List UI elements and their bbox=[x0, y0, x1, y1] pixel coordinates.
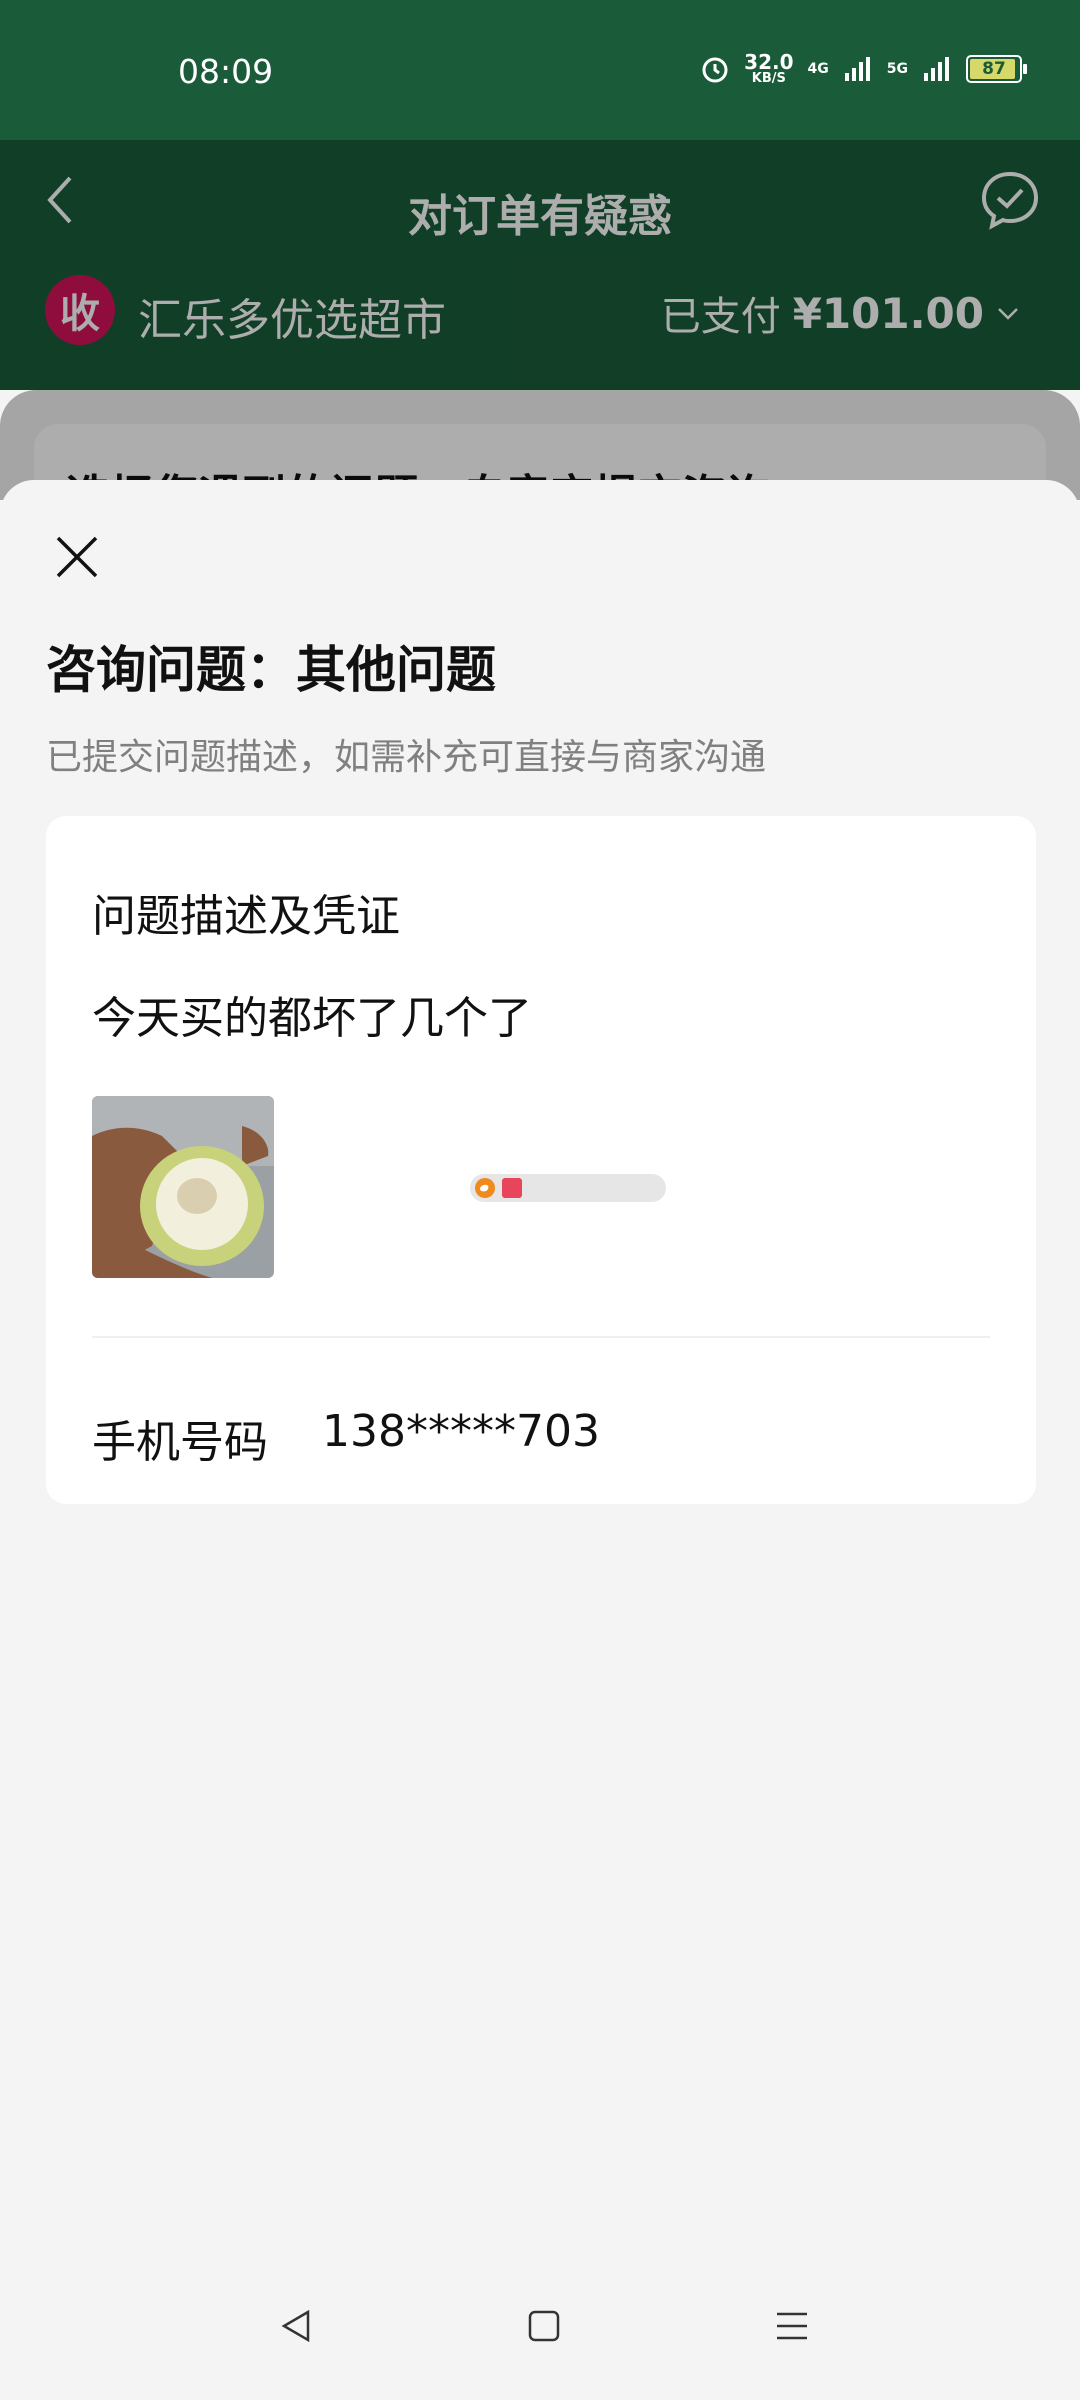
status-time: 08:09 bbox=[178, 52, 274, 91]
nav-menu-icon[interactable] bbox=[774, 2308, 810, 2344]
battery-icon: 87 bbox=[966, 54, 1027, 83]
issue-detail-card: 问题描述及凭证 今天买的都坏了几个了 手机号码 138*****703 bbox=[46, 816, 1036, 1504]
evidence-photo-thumbnail[interactable] bbox=[92, 1096, 274, 1278]
network-type-2: 5G bbox=[886, 60, 908, 77]
nav-home-icon[interactable] bbox=[526, 2308, 562, 2344]
close-icon[interactable] bbox=[52, 532, 102, 582]
issue-description: 今天买的都坏了几个了 bbox=[92, 993, 532, 1044]
network-type-1: 4G bbox=[807, 60, 829, 77]
signal-icon-2 bbox=[924, 56, 949, 81]
system-nav-bar bbox=[0, 2270, 1080, 2400]
sheet-subtitle: 已提交问题描述，如需补充可直接与商家沟通 bbox=[46, 737, 767, 778]
overlay-scrim bbox=[0, 140, 1080, 390]
section-title: 问题描述及凭证 bbox=[92, 891, 400, 942]
page-header: 对订单有疑惑 收 汇乐多优选超市 已支付 ¥101.00 bbox=[0, 140, 1080, 390]
battery-level: 87 bbox=[982, 58, 1006, 79]
status-bar: 08:09 32.0 KB/S 4G 5G 87 bbox=[0, 0, 1080, 140]
signal-icon-1 bbox=[844, 56, 870, 81]
network-speed: 32.0 KB/S bbox=[744, 50, 794, 86]
divider bbox=[92, 1336, 990, 1338]
watermark-badge bbox=[470, 1174, 666, 1202]
weibo-logo-icon bbox=[475, 1178, 495, 1198]
status-icons: 32.0 KB/S 4G 5G 87 bbox=[700, 50, 1027, 86]
phone-number: 138*****703 bbox=[322, 1406, 600, 1457]
app-logo-icon bbox=[502, 1178, 522, 1198]
nav-back-icon[interactable] bbox=[278, 2308, 314, 2344]
phone-label: 手机号码 bbox=[92, 1417, 268, 1468]
alarm-icon bbox=[702, 57, 728, 82]
inquiry-sheet: 咨询问题：其他问题 已提交问题描述，如需补充可直接与商家沟通 问题描述及凭证 今… bbox=[0, 480, 1080, 2400]
sheet-title: 咨询问题：其他问题 bbox=[46, 641, 496, 699]
